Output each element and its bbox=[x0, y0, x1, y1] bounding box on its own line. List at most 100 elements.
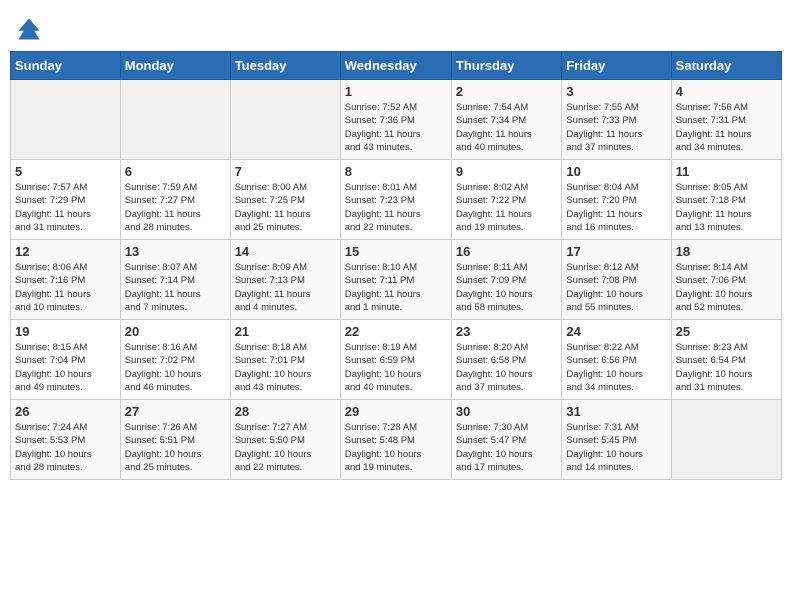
day-info: Sunrise: 8:19 AM Sunset: 6:59 PM Dayligh… bbox=[345, 341, 447, 394]
calendar-cell: 17 Sunrise: 8:12 AM Sunset: 7:08 PM Dayli… bbox=[562, 240, 671, 320]
day-number: 2 bbox=[456, 84, 557, 99]
day-number: 17 bbox=[566, 244, 666, 259]
logo-icon bbox=[15, 15, 43, 43]
day-number: 24 bbox=[566, 324, 666, 339]
calendar-cell: 21 Sunrise: 8:18 AM Sunset: 7:01 PM Dayli… bbox=[230, 320, 340, 400]
calendar-header-row: SundayMondayTuesdayWednesdayThursdayFrid… bbox=[11, 52, 782, 80]
calendar-week-row: 1 Sunrise: 7:52 AM Sunset: 7:36 PM Daylig… bbox=[11, 80, 782, 160]
logo bbox=[15, 15, 47, 43]
day-number: 18 bbox=[676, 244, 777, 259]
day-info: Sunrise: 8:20 AM Sunset: 6:58 PM Dayligh… bbox=[456, 341, 557, 394]
calendar-cell: 10 Sunrise: 8:04 AM Sunset: 7:20 PM Dayli… bbox=[562, 160, 671, 240]
calendar-cell: 25 Sunrise: 8:23 AM Sunset: 6:54 PM Dayli… bbox=[671, 320, 781, 400]
day-info: Sunrise: 8:11 AM Sunset: 7:09 PM Dayligh… bbox=[456, 261, 557, 314]
day-info: Sunrise: 8:12 AM Sunset: 7:08 PM Dayligh… bbox=[566, 261, 666, 314]
calendar-cell: 22 Sunrise: 8:19 AM Sunset: 6:59 PM Dayli… bbox=[340, 320, 451, 400]
calendar-cell: 19 Sunrise: 8:15 AM Sunset: 7:04 PM Dayli… bbox=[11, 320, 121, 400]
day-number: 22 bbox=[345, 324, 447, 339]
calendar-cell: 16 Sunrise: 8:11 AM Sunset: 7:09 PM Dayli… bbox=[451, 240, 561, 320]
day-info: Sunrise: 8:10 AM Sunset: 7:11 PM Dayligh… bbox=[345, 261, 447, 314]
day-info: Sunrise: 7:24 AM Sunset: 5:53 PM Dayligh… bbox=[15, 421, 116, 474]
calendar-cell: 28 Sunrise: 7:27 AM Sunset: 5:50 PM Dayli… bbox=[230, 400, 340, 480]
day-info: Sunrise: 8:00 AM Sunset: 7:25 PM Dayligh… bbox=[235, 181, 336, 234]
day-header-thursday: Thursday bbox=[451, 52, 561, 80]
calendar-week-row: 5 Sunrise: 7:57 AM Sunset: 7:29 PM Daylig… bbox=[11, 160, 782, 240]
day-number: 12 bbox=[15, 244, 116, 259]
calendar-cell: 3 Sunrise: 7:55 AM Sunset: 7:33 PM Daylig… bbox=[562, 80, 671, 160]
day-info: Sunrise: 7:52 AM Sunset: 7:36 PM Dayligh… bbox=[345, 101, 447, 154]
day-number: 29 bbox=[345, 404, 447, 419]
calendar-cell: 1 Sunrise: 7:52 AM Sunset: 7:36 PM Daylig… bbox=[340, 80, 451, 160]
calendar-cell: 5 Sunrise: 7:57 AM Sunset: 7:29 PM Daylig… bbox=[11, 160, 121, 240]
day-info: Sunrise: 8:16 AM Sunset: 7:02 PM Dayligh… bbox=[125, 341, 226, 394]
page-header bbox=[10, 10, 782, 43]
day-header-sunday: Sunday bbox=[11, 52, 121, 80]
day-info: Sunrise: 8:01 AM Sunset: 7:23 PM Dayligh… bbox=[345, 181, 447, 234]
calendar-cell: 29 Sunrise: 7:28 AM Sunset: 5:48 PM Dayli… bbox=[340, 400, 451, 480]
calendar-cell bbox=[230, 80, 340, 160]
day-number: 21 bbox=[235, 324, 336, 339]
calendar-cell: 14Sunrise: 8:09 AM Sunset: 7:13 PM Dayli… bbox=[230, 240, 340, 320]
calendar-cell bbox=[11, 80, 121, 160]
day-info: Sunrise: 8:09 AM Sunset: 7:13 PM Dayligh… bbox=[235, 261, 336, 314]
day-info: Sunrise: 8:23 AM Sunset: 6:54 PM Dayligh… bbox=[676, 341, 777, 394]
day-info: Sunrise: 8:14 AM Sunset: 7:06 PM Dayligh… bbox=[676, 261, 777, 314]
day-info: Sunrise: 7:54 AM Sunset: 7:34 PM Dayligh… bbox=[456, 101, 557, 154]
day-header-tuesday: Tuesday bbox=[230, 52, 340, 80]
calendar-week-row: 19 Sunrise: 8:15 AM Sunset: 7:04 PM Dayli… bbox=[11, 320, 782, 400]
day-number: 16 bbox=[456, 244, 557, 259]
day-number: 8 bbox=[345, 164, 447, 179]
day-number: 19 bbox=[15, 324, 116, 339]
day-number: 15 bbox=[345, 244, 447, 259]
calendar-cell: 8 Sunrise: 8:01 AM Sunset: 7:23 PM Daylig… bbox=[340, 160, 451, 240]
calendar-cell: 27 Sunrise: 7:26 AM Sunset: 5:51 PM Dayli… bbox=[120, 400, 230, 480]
day-number: 13 bbox=[125, 244, 226, 259]
day-info: Sunrise: 7:56 AM Sunset: 7:31 PM Dayligh… bbox=[676, 101, 777, 154]
day-number: 26 bbox=[15, 404, 116, 419]
calendar-cell bbox=[120, 80, 230, 160]
day-info: Sunrise: 8:22 AM Sunset: 6:56 PM Dayligh… bbox=[566, 341, 666, 394]
day-info: Sunrise: 7:26 AM Sunset: 5:51 PM Dayligh… bbox=[125, 421, 226, 474]
calendar-cell: 18 Sunrise: 8:14 AM Sunset: 7:06 PM Dayli… bbox=[671, 240, 781, 320]
day-number: 23 bbox=[456, 324, 557, 339]
day-number: 25 bbox=[676, 324, 777, 339]
day-number: 4 bbox=[676, 84, 777, 99]
calendar-cell: 11Sunrise: 8:05 AM Sunset: 7:18 PM Dayli… bbox=[671, 160, 781, 240]
day-header-saturday: Saturday bbox=[671, 52, 781, 80]
day-header-wednesday: Wednesday bbox=[340, 52, 451, 80]
day-info: Sunrise: 7:28 AM Sunset: 5:48 PM Dayligh… bbox=[345, 421, 447, 474]
day-info: Sunrise: 7:55 AM Sunset: 7:33 PM Dayligh… bbox=[566, 101, 666, 154]
calendar-cell: 2 Sunrise: 7:54 AM Sunset: 7:34 PM Daylig… bbox=[451, 80, 561, 160]
day-info: Sunrise: 8:15 AM Sunset: 7:04 PM Dayligh… bbox=[15, 341, 116, 394]
calendar-cell: 13 Sunrise: 8:07 AM Sunset: 7:14 PM Dayli… bbox=[120, 240, 230, 320]
day-number: 9 bbox=[456, 164, 557, 179]
day-number: 20 bbox=[125, 324, 226, 339]
day-info: Sunrise: 7:31 AM Sunset: 5:45 PM Dayligh… bbox=[566, 421, 666, 474]
day-header-monday: Monday bbox=[120, 52, 230, 80]
day-number: 28 bbox=[235, 404, 336, 419]
day-number: 27 bbox=[125, 404, 226, 419]
day-info: Sunrise: 8:07 AM Sunset: 7:14 PM Dayligh… bbox=[125, 261, 226, 314]
day-number: 3 bbox=[566, 84, 666, 99]
calendar-cell bbox=[671, 400, 781, 480]
day-number: 7 bbox=[235, 164, 336, 179]
day-info: Sunrise: 8:06 AM Sunset: 7:16 PM Dayligh… bbox=[15, 261, 116, 314]
calendar-cell: 24 Sunrise: 8:22 AM Sunset: 6:56 PM Dayli… bbox=[562, 320, 671, 400]
day-number: 10 bbox=[566, 164, 666, 179]
day-number: 30 bbox=[456, 404, 557, 419]
day-info: Sunrise: 8:04 AM Sunset: 7:20 PM Dayligh… bbox=[566, 181, 666, 234]
calendar-cell: 9Sunrise: 8:02 AM Sunset: 7:22 PM Daylig… bbox=[451, 160, 561, 240]
day-info: Sunrise: 7:57 AM Sunset: 7:29 PM Dayligh… bbox=[15, 181, 116, 234]
day-number: 1 bbox=[345, 84, 447, 99]
day-header-friday: Friday bbox=[562, 52, 671, 80]
calendar-week-row: 26 Sunrise: 7:24 AM Sunset: 5:53 PM Dayli… bbox=[11, 400, 782, 480]
calendar-cell: 12 Sunrise: 8:06 AM Sunset: 7:16 PM Dayli… bbox=[11, 240, 121, 320]
day-info: Sunrise: 7:30 AM Sunset: 5:47 PM Dayligh… bbox=[456, 421, 557, 474]
day-number: 5 bbox=[15, 164, 116, 179]
day-info: Sunrise: 7:59 AM Sunset: 7:27 PM Dayligh… bbox=[125, 181, 226, 234]
day-info: Sunrise: 8:18 AM Sunset: 7:01 PM Dayligh… bbox=[235, 341, 336, 394]
calendar-cell: 23 Sunrise: 8:20 AM Sunset: 6:58 PM Dayli… bbox=[451, 320, 561, 400]
day-info: Sunrise: 7:27 AM Sunset: 5:50 PM Dayligh… bbox=[235, 421, 336, 474]
calendar-cell: 26 Sunrise: 7:24 AM Sunset: 5:53 PM Dayli… bbox=[11, 400, 121, 480]
calendar-cell: 20 Sunrise: 8:16 AM Sunset: 7:02 PM Dayli… bbox=[120, 320, 230, 400]
